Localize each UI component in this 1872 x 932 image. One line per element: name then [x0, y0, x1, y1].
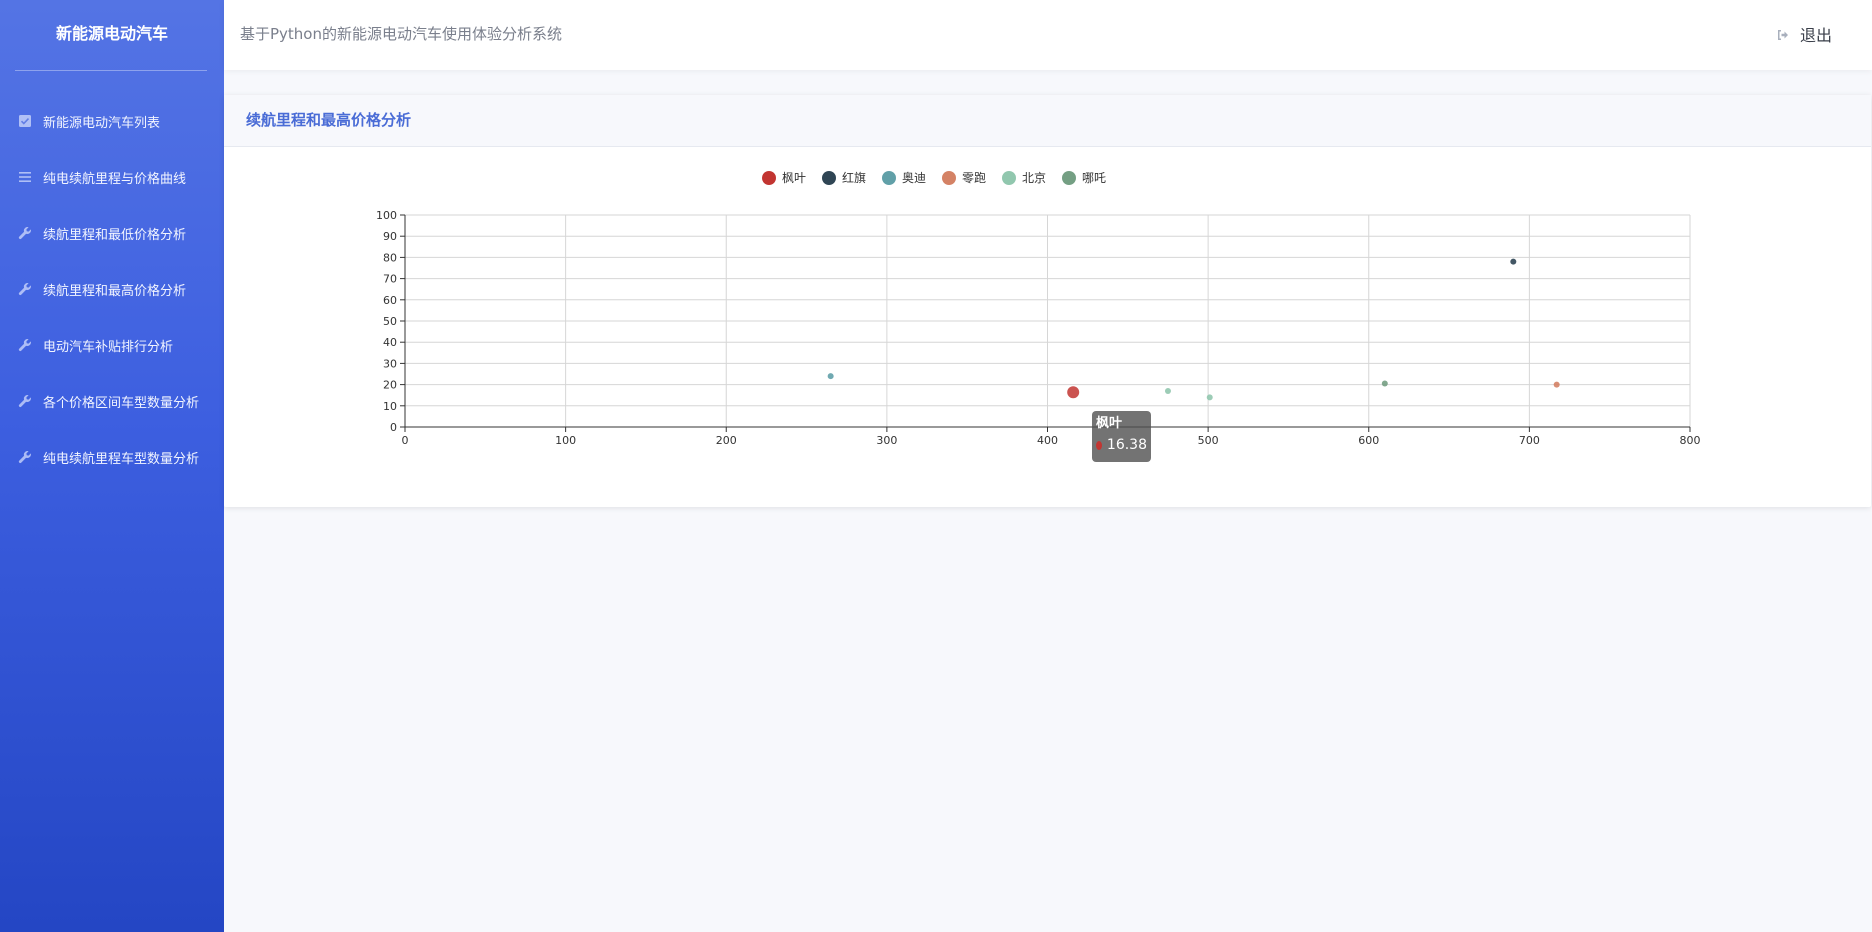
scatter-point[interactable]	[1381, 380, 1388, 387]
x-tick-label: 400	[1037, 434, 1058, 447]
tooltip-series-dot	[1096, 440, 1102, 450]
legend-item[interactable]: 哪吒	[1062, 171, 1106, 185]
legend-item[interactable]: 红旗	[822, 170, 866, 185]
y-tick-label: 30	[383, 357, 397, 370]
legend-label: 哪吒	[1082, 171, 1106, 185]
scatter-point[interactable]	[1206, 394, 1213, 401]
legend-marker	[942, 171, 956, 185]
chart-tooltip: 枫叶 16.38	[1092, 411, 1151, 462]
legend-label: 零跑	[962, 171, 986, 185]
legend-item[interactable]: 枫叶	[762, 170, 806, 185]
y-tick-label: 50	[383, 315, 397, 328]
scatter-point[interactable]	[1067, 386, 1080, 399]
legend-label: 奥迪	[902, 171, 926, 185]
y-tick-label: 20	[383, 379, 397, 392]
chart-legend: 枫叶 红旗 奥迪 零跑 北京 哪吒	[762, 170, 1106, 185]
legend-marker	[882, 171, 896, 185]
scatter-point[interactable]	[1553, 381, 1560, 388]
scatter-point[interactable]	[1164, 387, 1171, 394]
legend-item[interactable]: 北京	[1002, 171, 1046, 185]
scatter-point[interactable]	[1510, 258, 1517, 265]
x-tick-label: 300	[876, 434, 897, 447]
legend-label: 枫叶	[782, 170, 806, 185]
legend-marker	[1062, 171, 1076, 185]
legend-marker	[762, 171, 776, 185]
chart-grid	[404, 214, 1691, 428]
y-tick-label: 100	[376, 209, 397, 222]
y-tick-label: 70	[383, 273, 397, 286]
y-tick-label: 10	[383, 400, 397, 413]
y-tick-label: 90	[383, 230, 397, 243]
x-tick-label: 800	[1680, 434, 1701, 447]
legend-item[interactable]: 零跑	[942, 171, 986, 185]
chart-axes: 0 100 200 300 400 500 600 700 800 0 10 20 30 40 50 60 70…	[376, 209, 1701, 447]
x-tick-label: 700	[1519, 434, 1540, 447]
tooltip-series-name: 枫叶	[1096, 416, 1123, 431]
y-tick-label: 40	[383, 336, 397, 349]
x-tick-label: 500	[1198, 434, 1219, 447]
chart-points	[827, 258, 1560, 401]
legend-marker	[1002, 171, 1016, 185]
x-tick-label: 200	[716, 434, 737, 447]
legend-label: 北京	[1022, 171, 1046, 185]
x-tick-label: 0	[402, 434, 409, 447]
legend-item[interactable]: 奥迪	[882, 171, 926, 185]
x-tick-label: 100	[555, 434, 576, 447]
x-tick-label: 600	[1358, 434, 1379, 447]
legend-label: 红旗	[842, 170, 866, 185]
legend-marker	[822, 171, 836, 185]
y-tick-label: 60	[383, 294, 397, 307]
scatter-point[interactable]	[827, 373, 834, 380]
y-tick-label: 80	[383, 251, 397, 264]
scatter-chart: 枫叶 红旗 奥迪 零跑 北京 哪吒 0 100 200 300 400 500 600 700 800 0 1…	[376, 170, 1701, 447]
tooltip-value: 16.38	[1106, 437, 1147, 453]
y-tick-label: 0	[390, 421, 397, 434]
